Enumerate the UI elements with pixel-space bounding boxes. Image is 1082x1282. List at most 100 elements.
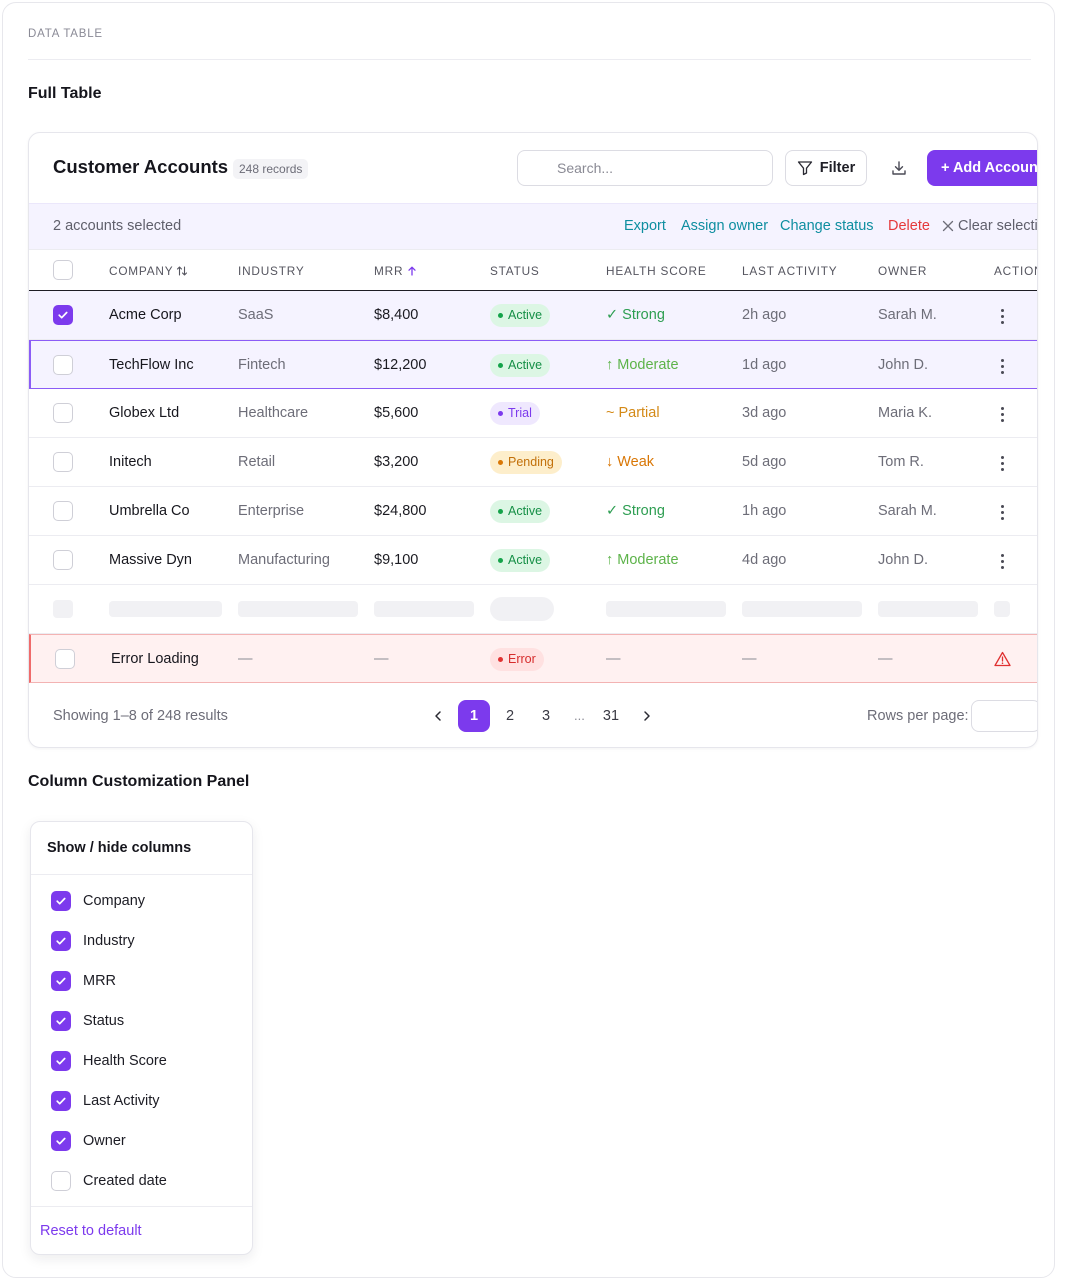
- column-panel-title: Show / hide columns: [47, 840, 192, 856]
- last-activity-cell: 3d ago: [742, 405, 787, 421]
- reset-to-default-link[interactable]: Reset to default: [40, 1223, 142, 1239]
- page-button-2[interactable]: 2: [494, 700, 526, 732]
- change-status-link[interactable]: Change status: [780, 218, 874, 234]
- column-toggle-label: Industry: [83, 933, 135, 949]
- add-account-button[interactable]: + Add Account: [927, 150, 1037, 186]
- rows-per-page-select[interactable]: [971, 700, 1037, 732]
- page-ellipsis: ...: [574, 708, 585, 723]
- checkmark-icon: [56, 1137, 66, 1145]
- select-all-checkbox[interactable]: [53, 260, 73, 280]
- company-cell: Globex Ltd: [109, 405, 180, 421]
- assign-owner-link[interactable]: Assign owner: [681, 218, 768, 234]
- industry-cell: SaaS: [238, 307, 274, 323]
- column-header-owner[interactable]: OWNER: [878, 264, 927, 278]
- row-checkbox[interactable]: [53, 550, 73, 570]
- column-toggle-label: Created date: [83, 1173, 167, 1189]
- column-header-health-score[interactable]: HEALTH SCORE: [606, 264, 707, 278]
- status-badge-error: Error: [490, 648, 544, 671]
- empty-cell: —: [374, 651, 389, 667]
- page-button-1[interactable]: 1: [458, 700, 490, 732]
- delete-link[interactable]: Delete: [888, 218, 930, 234]
- row-actions-menu-icon[interactable]: [995, 404, 1009, 424]
- column-toggle-item[interactable]: Health Score: [51, 1050, 167, 1072]
- company-cell: TechFlow Inc: [109, 357, 194, 373]
- column-toggle-label: Last Activity: [83, 1093, 160, 1109]
- page-button-3[interactable]: 3: [530, 700, 562, 732]
- column-toggle-checkbox[interactable]: [51, 1091, 71, 1111]
- row-actions-menu-icon[interactable]: [995, 306, 1009, 326]
- checkmark-icon: [56, 937, 66, 945]
- column-toggle-checkbox[interactable]: [51, 1171, 71, 1191]
- table-header: COMPANY INDUSTRY MRR STATUS HEALTH SCORE…: [29, 249, 1037, 291]
- column-toggle-checkbox[interactable]: [51, 891, 71, 911]
- row-checkbox[interactable]: [53, 452, 73, 472]
- industry-cell: Fintech: [238, 357, 286, 373]
- page-button-31[interactable]: 31: [595, 700, 627, 732]
- column-toggle-item[interactable]: Owner: [51, 1130, 126, 1152]
- column-toggle-checkbox[interactable]: [51, 1131, 71, 1151]
- row-checkbox[interactable]: [53, 355, 73, 375]
- column-toggle-item[interactable]: Status: [51, 1010, 124, 1032]
- column-toggle-item[interactable]: Industry: [51, 930, 135, 952]
- column-toggle-item[interactable]: Created date: [51, 1170, 167, 1192]
- row-checkbox[interactable]: [53, 305, 73, 325]
- column-toggle-item[interactable]: Last Activity: [51, 1090, 160, 1112]
- column-toggle-checkbox[interactable]: [51, 971, 71, 991]
- owner-cell: John D.: [878, 357, 928, 373]
- search-box[interactable]: [517, 150, 773, 186]
- chevron-left-icon: [435, 711, 441, 721]
- status-badge: Pending: [490, 451, 562, 474]
- column-header-status[interactable]: STATUS: [490, 264, 540, 278]
- table-row[interactable]: Globex Ltd Healthcare $5,600 Trial ~ Partial 3…: [29, 389, 1037, 438]
- checkmark-icon: [56, 1057, 66, 1065]
- table-row[interactable]: Umbrella Co Enterprise $24,800 Active ✓ Stron…: [29, 487, 1037, 536]
- clear-selection-link[interactable]: Clear selection: [942, 218, 1037, 234]
- column-toggle-checkbox[interactable]: [51, 1051, 71, 1071]
- table-row[interactable]: Initech Retail $3,200 Pending ↓ Weak 5d ago Tom…: [29, 438, 1037, 487]
- row-checkbox[interactable]: [53, 403, 73, 423]
- prev-page-button[interactable]: [428, 706, 448, 726]
- skeleton-badge: [490, 597, 554, 621]
- status-badge: Active: [490, 500, 551, 523]
- table-row[interactable]: TechFlow Inc Fintech $12,200 Active ↑ Moderat…: [29, 340, 1037, 389]
- column-toggle-item[interactable]: MRR: [51, 970, 116, 992]
- column-header-mrr[interactable]: MRR: [374, 264, 418, 278]
- row-actions-menu-icon[interactable]: [995, 453, 1009, 473]
- status-dot: [498, 558, 503, 563]
- last-activity-cell: 2h ago: [742, 307, 787, 323]
- mrr-cell: $3,200: [374, 454, 419, 470]
- company-cell: Error Loading: [111, 651, 199, 667]
- download-button[interactable]: [881, 150, 917, 186]
- divider: [31, 1206, 252, 1207]
- page-frame: DATA TABLE Full Table Customer Accounts …: [2, 2, 1055, 1278]
- column-header-industry[interactable]: INDUSTRY: [238, 264, 305, 278]
- checkmark-icon: [56, 977, 66, 985]
- chevron-right-icon: [644, 711, 650, 721]
- row-checkbox[interactable]: [55, 649, 75, 669]
- column-toggle-checkbox[interactable]: [51, 931, 71, 951]
- table-row[interactable]: Acme Corp SaaS $8,400 Active ✓ Strong 2h ago Sa…: [29, 291, 1037, 340]
- export-link[interactable]: Export: [624, 218, 666, 234]
- column-toggle-item[interactable]: Company: [51, 890, 145, 912]
- column-header-last-activity[interactable]: LAST ACTIVITY: [742, 264, 837, 278]
- download-icon: [892, 161, 906, 175]
- row-actions-menu-icon[interactable]: [995, 551, 1009, 571]
- status-dot: [498, 313, 503, 318]
- column-toggle-checkbox[interactable]: [51, 1011, 71, 1031]
- row-actions-menu-icon[interactable]: [995, 502, 1009, 522]
- filter-button[interactable]: Filter: [785, 150, 867, 186]
- card-title: Customer Accounts: [53, 156, 229, 177]
- table-row[interactable]: Massive Dyn Manufacturing $9,100 Active ↑ Mod…: [29, 536, 1037, 585]
- row-actions-menu-icon[interactable]: [995, 356, 1009, 376]
- skeleton-cell: [878, 601, 978, 617]
- last-activity-cell: 1d ago: [742, 357, 787, 373]
- records-badge: 248 records: [233, 159, 309, 179]
- column-header-company[interactable]: COMPANY: [109, 264, 188, 278]
- card-header: Customer Accounts 248 records Filter + A…: [29, 133, 1037, 203]
- next-page-button[interactable]: [637, 706, 657, 726]
- search-input[interactable]: [518, 151, 772, 185]
- health-indicator-icon: ~: [606, 405, 615, 421]
- health-indicator-icon: ✓: [606, 307, 619, 323]
- last-activity-cell: 1h ago: [742, 503, 787, 519]
- row-checkbox[interactable]: [53, 501, 73, 521]
